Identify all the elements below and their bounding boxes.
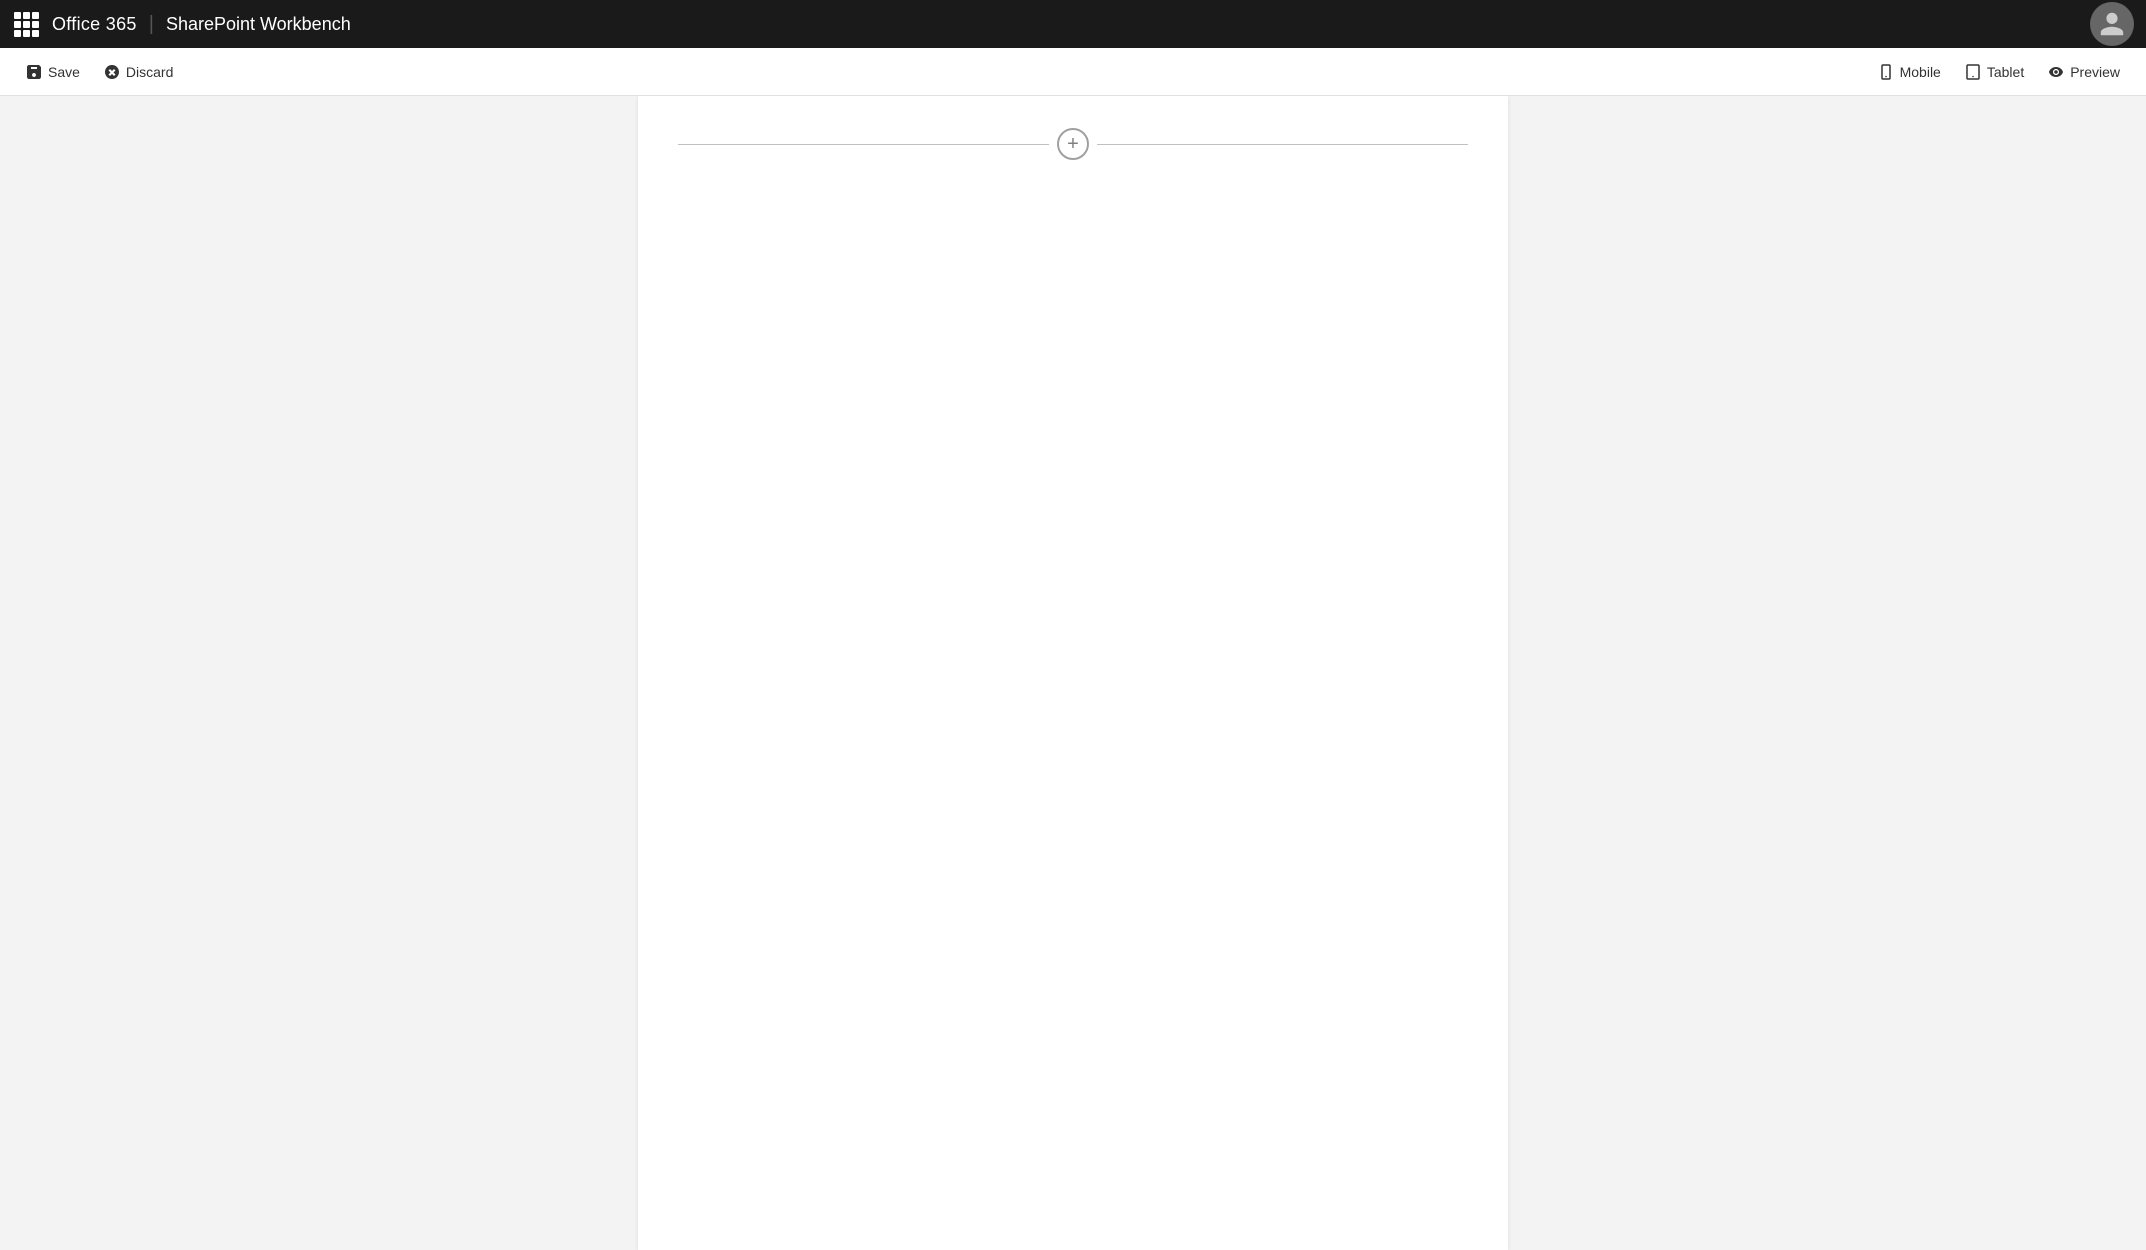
add-webpart-button[interactable]: + — [1057, 128, 1089, 160]
top-nav: Office 365 | SharePoint Workbench — [0, 0, 2146, 48]
user-icon — [2098, 10, 2126, 38]
add-webpart-row: + — [638, 128, 1508, 160]
save-button[interactable]: Save — [16, 58, 90, 86]
main-content: + — [0, 96, 2146, 1250]
preview-label: Preview — [2070, 64, 2120, 80]
discard-icon — [104, 64, 120, 80]
discard-button[interactable]: Discard — [94, 58, 183, 86]
add-line-right — [1097, 144, 1468, 145]
waffle-icon — [14, 12, 39, 37]
toolbar-right: Mobile Tablet Preview — [1868, 58, 2130, 86]
mobile-label: Mobile — [1900, 64, 1941, 80]
waffle-menu-button[interactable] — [8, 6, 44, 42]
nav-divider: | — [149, 13, 154, 36]
preview-button[interactable]: Preview — [2038, 58, 2130, 86]
add-webpart-icon: + — [1067, 134, 1079, 154]
add-line-left — [678, 144, 1049, 145]
toolbar: Save Discard Mobile Tablet Preview — [0, 48, 2146, 96]
save-label: Save — [48, 64, 80, 80]
tablet-label: Tablet — [1987, 64, 2024, 80]
canvas-area: + — [638, 96, 1508, 1250]
app-name: Office 365 — [52, 14, 137, 35]
tablet-icon — [1965, 64, 1981, 80]
user-avatar[interactable] — [2090, 2, 2134, 46]
save-icon — [26, 64, 42, 80]
discard-label: Discard — [126, 64, 173, 80]
tablet-button[interactable]: Tablet — [1955, 58, 2034, 86]
mobile-button[interactable]: Mobile — [1868, 58, 1951, 86]
preview-icon — [2048, 64, 2064, 80]
page-name: SharePoint Workbench — [166, 14, 351, 35]
mobile-icon — [1878, 64, 1894, 80]
